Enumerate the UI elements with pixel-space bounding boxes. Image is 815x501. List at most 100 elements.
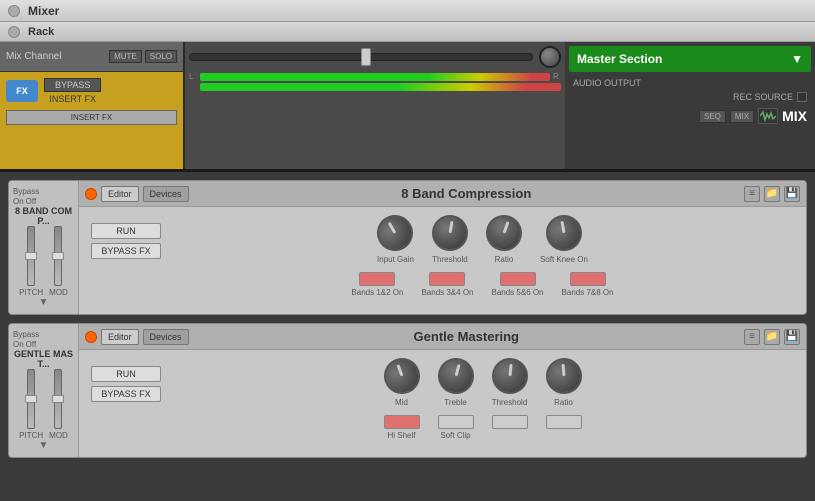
- soft-clip-label: Soft Clip: [440, 431, 470, 440]
- level-meter-l: [200, 73, 550, 81]
- mod-fader-handle-2[interactable]: [52, 395, 64, 403]
- rack-label: Rack: [28, 26, 54, 38]
- pitch-fader-handle-1[interactable]: [25, 252, 37, 260]
- pitch-fader-track-1[interactable]: [27, 226, 35, 286]
- knob-group-soft-knee: Soft Knee On: [540, 215, 588, 264]
- soft-knee-knob[interactable]: [543, 212, 585, 254]
- window-close-btn[interactable]: [8, 5, 20, 17]
- knob-group-threshold-2: Threshold: [492, 358, 528, 407]
- knob-group-threshold-1: Threshold: [432, 215, 468, 264]
- off-label: Off: [26, 197, 37, 206]
- rec-source-checkbox[interactable]: [797, 92, 807, 102]
- soft-clip-button[interactable]: [438, 415, 474, 429]
- channel-strip-area: Mix Channel MUTE SOLO FX BYPASS INSERT F…: [0, 42, 185, 169]
- knob-group-input-gain: Input Gain: [377, 215, 414, 264]
- threshold-knob-1[interactable]: [429, 212, 471, 254]
- title-bar: Mixer: [0, 0, 815, 22]
- rack-indicator: [8, 26, 20, 38]
- extra1-button[interactable]: [492, 415, 528, 429]
- threshold-knob-2[interactable]: [490, 356, 529, 395]
- strip-main-2: Editor Devices Gentle Mastering ≡ 📁 💾 RU…: [79, 324, 806, 457]
- bypass-controls-2: Bypass On Off: [13, 330, 74, 349]
- devices-button-2[interactable]: Devices: [143, 329, 189, 345]
- master-dropdown-arrow[interactable]: ▼: [791, 52, 803, 66]
- extra2-button[interactable]: [546, 415, 582, 429]
- input-gain-label: Input Gain: [377, 255, 414, 264]
- strip-header-2: Editor Devices Gentle Mastering ≡ 📁 💾: [79, 324, 806, 350]
- run-bypass-col-2: RUN BYPASS FX: [91, 358, 161, 407]
- bypass-button[interactable]: BYPASS: [44, 78, 101, 92]
- insert-fx-label: INSERT FX: [44, 94, 101, 104]
- fx-strips-area: Bypass On Off 8 BAND COMP... PITCH: [0, 172, 815, 466]
- strip-save-icon-2[interactable]: 💾: [784, 329, 800, 345]
- pitch-fader-track-2[interactable]: [27, 369, 35, 429]
- bands-78-button[interactable]: [570, 272, 606, 286]
- bypass-fx-button-1[interactable]: BYPASS FX: [91, 243, 161, 259]
- mod-fader-handle-1[interactable]: [52, 252, 64, 260]
- knobs-section-1: Input Gain Threshold Ratio Soft Knee On: [171, 215, 794, 264]
- seq-button[interactable]: SEQ: [699, 110, 726, 123]
- bypass-fx-button-2[interactable]: BYPASS FX: [91, 386, 161, 402]
- strip-folder-icon-2[interactable]: 📁: [764, 329, 780, 345]
- editor-button-1[interactable]: Editor: [101, 186, 139, 202]
- on-label: On: [13, 197, 24, 206]
- threshold-label-1: Threshold: [432, 255, 468, 264]
- ratio-knob-1[interactable]: [481, 210, 527, 256]
- strip-header-icons-2: ≡ 📁 💾: [744, 329, 800, 345]
- run-button-2[interactable]: RUN: [91, 366, 161, 382]
- treble-knob[interactable]: [433, 354, 477, 398]
- bands-56-button[interactable]: [500, 272, 536, 286]
- band-buttons-row-2: Hi Shelf Soft Clip: [79, 415, 806, 448]
- insert-fx-icon: FX: [6, 80, 38, 102]
- strip-menu-icon-1[interactable]: ≡: [744, 186, 760, 202]
- soft-knee-label: Soft Knee On: [540, 255, 588, 264]
- mix-big-label: MIX: [782, 108, 807, 124]
- ratio-knob-2[interactable]: [544, 356, 583, 395]
- pitch-fader-1: PITCH: [19, 226, 43, 297]
- pitch-mod-faders-2: PITCH MOD: [19, 369, 68, 440]
- mod-fader-track-2[interactable]: [54, 369, 62, 429]
- band-group-12: Bands 1&2 On: [351, 272, 403, 297]
- pitch-fader-handle-2[interactable]: [25, 395, 37, 403]
- band-group-78: Bands 7&8 On: [562, 272, 614, 297]
- knob-group-ratio-1: Ratio: [486, 215, 522, 264]
- knob-group-treble: Treble: [438, 358, 474, 407]
- bands-12-label: Bands 1&2 On: [351, 288, 403, 297]
- mod-fader-label-2: MOD: [49, 431, 68, 440]
- run-button-1[interactable]: RUN: [91, 223, 161, 239]
- bands-12-button[interactable]: [359, 272, 395, 286]
- strip-title-2: Gentle Mastering: [193, 329, 740, 344]
- collapse-arrow-1[interactable]: ▼: [39, 297, 49, 308]
- level-meter-r: [200, 83, 561, 91]
- mid-label: Mid: [395, 398, 408, 407]
- band-buttons-row-1: Bands 1&2 On Bands 3&4 On Bands 5&6 On B…: [79, 272, 806, 305]
- show-insert-fx-button[interactable]: INSERT FX: [6, 110, 177, 125]
- mix-button[interactable]: MIX: [730, 110, 754, 123]
- strip-save-icon-1[interactable]: 💾: [784, 186, 800, 202]
- bands-34-button[interactable]: [429, 272, 465, 286]
- solo-button[interactable]: SOLO: [145, 50, 177, 63]
- waveform-icon[interactable]: [758, 108, 778, 124]
- strip-menu-icon-2[interactable]: ≡: [744, 329, 760, 345]
- strip-left-controls-2: Bypass On Off GENTLE MAST... PITCH: [9, 324, 79, 457]
- collapse-arrow-2[interactable]: ▼: [39, 440, 49, 451]
- mod-fader-track-1[interactable]: [54, 226, 62, 286]
- band-group-56: Bands 5&6 On: [492, 272, 544, 297]
- pan-knob[interactable]: [539, 46, 561, 68]
- rec-source-label: REC SOURCE: [733, 92, 793, 102]
- strip-header-icons-1: ≡ 📁 💾: [744, 186, 800, 202]
- devices-button-1[interactable]: Devices: [143, 186, 189, 202]
- editor-button-2[interactable]: Editor: [101, 329, 139, 345]
- mid-knob[interactable]: [378, 353, 424, 399]
- rack-bar: Rack: [0, 22, 815, 42]
- knob-group-mid: Mid: [384, 358, 420, 407]
- mute-button[interactable]: MUTE: [109, 50, 142, 63]
- mod-fader-label-1: MOD: [49, 288, 68, 297]
- hi-shelf-button[interactable]: [384, 415, 420, 429]
- main-fader-handle[interactable]: [361, 48, 371, 66]
- pitch-mod-faders-1: PITCH MOD: [19, 226, 68, 297]
- master-section-title: Master Section: [577, 52, 662, 66]
- strip-folder-icon-1[interactable]: 📁: [764, 186, 780, 202]
- input-gain-knob[interactable]: [371, 208, 420, 257]
- run-bypass-col-1: RUN BYPASS FX: [91, 215, 161, 264]
